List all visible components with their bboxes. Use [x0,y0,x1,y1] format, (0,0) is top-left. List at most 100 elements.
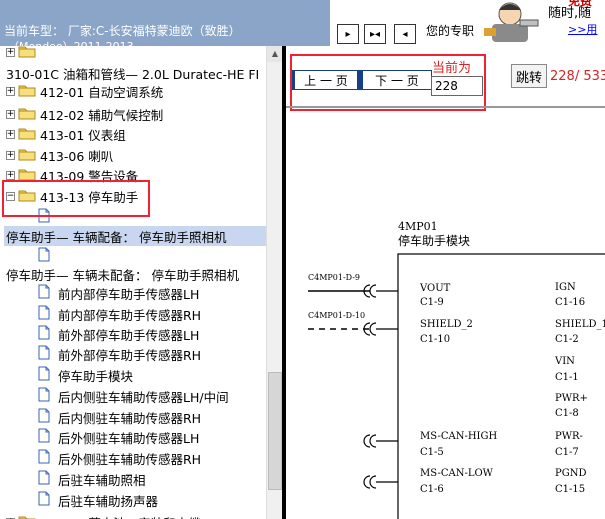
pin-number: C1-1 [555,372,579,383]
tree-folder-item[interactable]: +414-01 蓄电池、安装和电缆 [6,512,201,519]
highlight-box [2,180,150,217]
promo-text: 随时,随 [548,6,592,21]
pin-name: IGN [555,282,576,293]
wiring-diagram: 4MP01 停车助手模块 C4MP01-D-9 C4MP01-D-10 VOUT… [308,220,605,519]
split-arrows-icon: ▸◂ [369,28,381,40]
collapse-right-button[interactable]: ◂ [394,24,416,44]
document-icon [38,284,58,302]
expand-icon[interactable]: + [6,109,15,119]
folder-icon [18,514,40,519]
mascot-icon [484,2,539,42]
folder-icon [18,126,40,143]
document-icon [38,345,58,363]
folder-icon [18,83,40,100]
document-icon [38,408,58,426]
tree-item-label: 后驻车辅助扬声器 [58,493,159,509]
expand-icon[interactable]: + [6,170,15,180]
pin-number: C1-9 [420,297,444,308]
tree-doc-item[interactable]: 前外部停车助手传感器RH [38,344,201,364]
document-icon [38,449,58,467]
current-vehicle-text: 当前车型： 厂家:C-长安福特蒙迪欧（致胜） [4,24,241,38]
collapse-left-button[interactable]: ▸ [337,24,359,44]
tree-text-item[interactable]: 310-01C 油箱和管线— 2.0L Duratec-HE FI [6,63,259,83]
document-icon [38,305,58,323]
tree-doc-item[interactable]: 后内侧驻车辅助传感器RH [38,407,201,427]
expand-icon[interactable]: + [6,129,15,139]
tree-item-label: 412-01 自动空调系统 [40,84,164,100]
document-icon [38,470,58,488]
tree-doc-item[interactable]: 后驻车辅助照相 [38,469,146,489]
expand-icon[interactable]: + [6,47,15,57]
tree-item-label: 后外侧驻车辅助传感器RH [58,451,202,467]
pin-name: VOUT [419,283,451,294]
tree-text-item[interactable]: 停车助手— 车辆配备： 停车助手照相机 [4,226,266,246]
arrow-left-icon: ◂ [402,28,408,40]
expand-icon[interactable]: + [6,86,15,96]
tree-doc-item[interactable]: 停车助手模块 [38,365,133,385]
connector-pin-icon [363,475,398,489]
top-header: 当前车型： 厂家:C-长安福特蒙迪欧（致胜） （Mondeo）2011-2013… [0,0,605,46]
pin-number: C1-5 [420,447,444,458]
tree-folder-item[interactable]: + [6,46,40,62]
tree-text-item[interactable]: 停车助手— 车辆未配备： 停车助手照相机 [6,264,239,284]
connector-label: C4MP01-D-9 [308,273,360,282]
tree-folder-item[interactable]: +412-02 辅助气候控制 [6,104,163,124]
tree-item-label: 后内侧驻车辅助传感器LH/中间 [58,389,229,405]
document-icon [38,325,58,343]
arrow-right-icon: ▸ [345,28,351,40]
tree-folder-item[interactable]: +412-01 自动空调系统 [6,81,163,101]
folder-icon [18,147,40,164]
tree-item-label: 前内部停车助手传感器LH [58,286,200,302]
pin-number: C1-6 [420,484,444,495]
document-icon [38,491,58,509]
scroll-thumb[interactable] [268,372,282,490]
pin-name: MS-CAN-LOW [420,468,494,479]
pin-name: PWR- [555,431,583,442]
tree-doc-item[interactable]: 后外侧驻车辅助传感器LH [38,427,199,447]
pin-number: C1-8 [555,408,579,419]
tree-item-label: 停车助手— 车辆未配备： 停车助手照相机 [6,267,239,283]
pin-number: C1-15 [555,484,585,495]
tree-scrollbar[interactable]: ▲ [266,46,283,519]
pin-number: C1-7 [555,447,579,458]
folder-icon [18,106,40,123]
current-vehicle-banner: 当前车型： 厂家:C-长安福特蒙迪欧（致胜） （Mondeo）2011-2013 [0,0,330,46]
expert-text: 您的专职 [426,24,475,38]
tree-item-label: 414-01 蓄电池、安装和电缆 [40,513,201,519]
tree-doc-item[interactable]: 后驻车辅助扬声器 [38,490,158,510]
tree-doc-item[interactable]: 前内部停车助手传感器LH [38,283,199,303]
tree-item-label: 310-01C 油箱和管线— 2.0L Duratec-HE FI [6,66,260,82]
tree-folder-item[interactable]: +413-01 仪表组 [6,124,126,144]
chapter-tree: +310-01C 油箱和管线— 2.0L Duratec-HE FI +412-0… [0,46,266,519]
pin-name: SHIELD_1 [555,319,605,330]
tree-doc-item[interactable] [38,246,58,266]
document-icon [38,387,58,405]
pin-number: C1-16 [555,297,585,308]
promo-link[interactable]: >>用 [568,21,597,37]
tree-item-label: 413-01 仪表组 [40,127,126,143]
pin-number: C1-10 [420,334,450,345]
tree-doc-item[interactable]: 后外侧驻车辅助传感器RH [38,448,201,468]
tree-folder-item[interactable]: +413-06 喇叭 [6,145,113,165]
pin-name: PWR+ [555,393,588,404]
tree-doc-item[interactable]: 前内部停车助手传感器RH [38,304,201,324]
pin-number: C1-2 [555,334,579,345]
tree-item-label: 前外部停车助手传感器LH [58,327,200,343]
tree-doc-item[interactable]: 前外部停车助手传感器LH [38,324,199,344]
expand-icon[interactable]: + [6,150,15,160]
tree-item-label: 停车助手— 车辆配备： 停车助手照相机 [6,229,227,245]
connector-pin-icon [363,322,398,336]
document-icon [38,247,58,265]
pin-name: PGND [555,468,586,479]
pin-name: VIN [554,356,575,367]
document-icon [38,366,58,384]
tree-item-label: 前内部停车助手传感器RH [58,307,202,323]
scroll-up-icon[interactable]: ▲ [267,46,283,62]
tree-doc-item[interactable]: 后内侧驻车辅助传感器LH/中间 [38,386,229,406]
pin-name: SHIELD_2 [420,319,473,330]
restore-panels-button[interactable]: ▸◂ [364,24,386,44]
tree-item-label: 412-02 辅助气候控制 [40,107,164,123]
tree-item-label: 413-06 喇叭 [40,148,114,164]
pin-name: MS-CAN-HIGH [420,431,497,442]
connector-label: C4MP01-D-10 [308,311,365,320]
